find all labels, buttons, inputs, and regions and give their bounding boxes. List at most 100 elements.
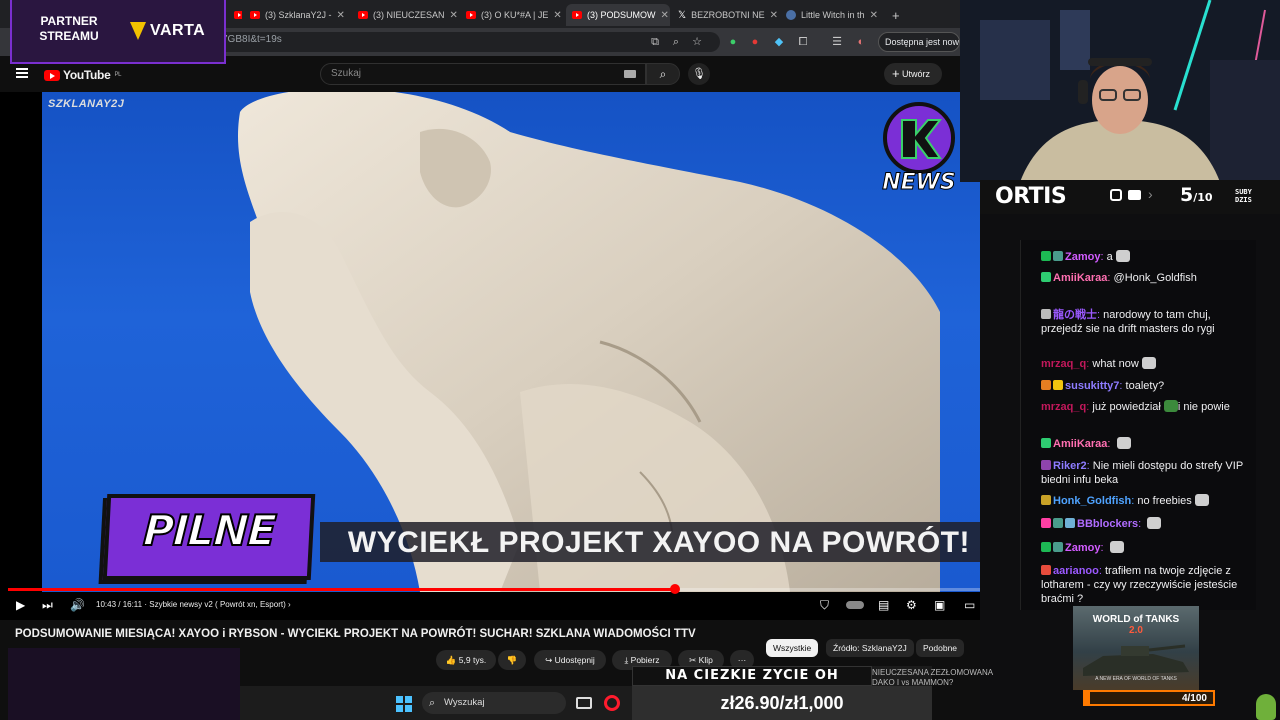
tab-label: (3) SzklanaY2J - <box>265 10 332 20</box>
opera-icon[interactable] <box>604 695 620 711</box>
thumbs-up-icon: 👍 <box>445 655 457 665</box>
taskbar-search[interactable]: ⌕ Wyszukaj <box>422 692 566 714</box>
search-input[interactable]: Szukaj <box>320 63 646 85</box>
close-icon[interactable]: ✕ <box>770 10 778 21</box>
video-headline: WYCIEKŁ PROJEKT XAYOO NA POWRÓT! <box>347 526 970 559</box>
volume-icon[interactable]: 🔊 <box>70 597 85 613</box>
hamburger-menu-icon[interactable] <box>16 68 28 78</box>
close-icon[interactable]: ✕ <box>870 10 878 21</box>
chat-username[interactable]: aarianoo <box>1053 565 1099 577</box>
microphone-button[interactable]: 🎙 <box>688 63 710 85</box>
theater-mode-icon[interactable]: ▭ <box>964 597 975 613</box>
chat-badge-icon <box>1053 518 1063 528</box>
miniplayer-icon[interactable]: ▣ <box>934 597 945 613</box>
task-view-icon[interactable] <box>576 697 592 709</box>
windows-start-icon[interactable] <box>396 696 412 712</box>
browser-tab[interactable]: (3) SzklanaY2J - ✕ <box>244 4 350 26</box>
reading-list-icon[interactable]: ☰ <box>830 35 844 49</box>
chat-message: mrzaq_q: już powiedział i nie powie <box>1041 400 1251 414</box>
headline-bar: WYCIEKŁ PROJEKT XAYOO NA POWRÓT! <box>320 522 980 562</box>
chat-badge-icon <box>1041 438 1051 448</box>
tab-label: Little Witch in th <box>801 10 865 20</box>
browser-tab[interactable] <box>228 4 242 26</box>
close-icon[interactable]: ✕ <box>553 10 561 21</box>
chat-message: Zamoy: a <box>1041 250 1251 264</box>
chat-message: mrzaq_q: what now <box>1041 357 1251 371</box>
chat-username[interactable]: AmiiKaraa <box>1053 272 1107 284</box>
update-available-button[interactable]: Dostępna jest nowa w <box>878 32 960 52</box>
goal-progress-fill <box>1085 692 1091 704</box>
tab-label: (3) O KU*#A | JE <box>481 10 549 20</box>
like-button[interactable]: 👍 5,9 tys. <box>436 650 496 670</box>
chat-username[interactable]: Honk_Goldfish <box>1053 495 1131 507</box>
search-button[interactable]: ⌕ <box>646 63 680 85</box>
chat-message-text: już powiedział <box>1092 401 1161 413</box>
chat-message-text: @Honk_Goldfish <box>1113 272 1197 284</box>
chat-username[interactable]: AmiiKaraa <box>1053 438 1107 450</box>
next-video-icon[interactable]: ⏭ <box>42 597 53 613</box>
youtube-logo[interactable]: YouTube PL <box>44 68 121 82</box>
omnibox[interactable] <box>210 32 720 52</box>
mascot-icon <box>1256 694 1276 720</box>
video-progress-bar[interactable] <box>8 584 980 594</box>
video-player[interactable]: SZKLANAY2J NEWS PILNE WYCIEKŁ PROJEKT XA… <box>0 92 980 620</box>
close-icon[interactable]: ✕ <box>337 10 345 21</box>
settings-gear-icon[interactable]: ⚙ <box>906 597 917 613</box>
chip-all[interactable]: Wszystkie <box>766 639 819 657</box>
partner-line-1: PARTNER <box>40 14 98 28</box>
chat-username[interactable]: Riker2 <box>1053 460 1087 472</box>
dislike-button[interactable]: 👎 <box>498 650 526 670</box>
close-icon[interactable]: ✕ <box>661 10 669 21</box>
create-button[interactable]: Utwórz <box>884 63 942 85</box>
video-progress-thumb[interactable] <box>669 584 680 594</box>
chip-related[interactable]: Podobne <box>916 639 965 657</box>
chat-separator: : <box>1107 438 1114 450</box>
browser-tab[interactable]: (3) NIEUCZESAN ✕ <box>352 4 458 26</box>
profile-icon[interactable]: ◐ <box>854 35 868 49</box>
chat-username[interactable]: 龍の戦士 <box>1053 309 1097 321</box>
youtube-favicon-icon <box>234 11 242 19</box>
chapter-arrow-icon[interactable]: › <box>288 600 291 609</box>
chat-message-text: a <box>1106 251 1113 263</box>
sponsorblock-icon[interactable]: ⛉ <box>820 597 829 613</box>
autoplay-toggle[interactable] <box>846 601 864 609</box>
chat-message-text: i nie powie <box>1177 401 1230 413</box>
chat-username[interactable]: susukitty7 <box>1065 380 1119 392</box>
share-button[interactable]: ↪ Udostępnij <box>534 650 606 670</box>
player-controls: ▶ ⏭ 🔊 10:43 / 16:11 · Szybkie newsy v2 (… <box>0 594 1016 616</box>
chat-message: AmiiKaraa: @Honk_Goldfish <box>1041 271 1251 285</box>
chat-username[interactable]: BBblockers <box>1077 518 1138 530</box>
extension-icon[interactable]: ◆ <box>772 35 786 49</box>
browser-tab-active[interactable]: (3) PODSUMOW ✕ <box>566 4 670 26</box>
play-icon[interactable]: ▶ <box>16 597 25 613</box>
zoom-icon[interactable]: ⌕ <box>669 35 683 49</box>
sponsor-name: VARTA <box>150 22 206 39</box>
browser-tab[interactable]: (3) O KU*#A | JE ✕ <box>460 4 566 26</box>
chip-source[interactable]: Źródło: SzklanaY2J <box>826 639 914 657</box>
steam-icon <box>786 10 796 20</box>
chat-username[interactable]: Zamoy <box>1065 251 1100 263</box>
like-count: 5,9 tys. <box>458 655 487 665</box>
world-of-tanks-ad: WORLD of TANKS 2.0 A NEW ERA OF WORLD OF … <box>1073 606 1199 690</box>
keyboard-icon[interactable] <box>624 70 636 78</box>
browser-tab[interactable]: Little Witch in th ✕ <box>780 4 884 26</box>
close-icon[interactable]: ✕ <box>450 10 458 21</box>
extensions-puzzle-icon[interactable]: ⧠ <box>796 35 810 49</box>
browser-tab[interactable]: 𝕏 BEZROBOTNI NE ✕ <box>672 4 778 26</box>
url-text[interactable]: 7GB8I&t=19s <box>222 34 282 45</box>
chat-username[interactable]: Zamoy <box>1065 542 1100 554</box>
subtitles-icon[interactable]: ▤ <box>878 597 889 613</box>
new-tab-button[interactable]: + <box>886 4 904 26</box>
chat-username[interactable]: mrzaq_q <box>1041 358 1086 370</box>
taskbar-search-label: Wyszukaj <box>444 697 485 708</box>
bookmark-star-icon[interactable]: ☆ <box>690 35 704 49</box>
chapter-text[interactable]: · Szybkie newsy v2 ( Powrót xn, Esport) <box>144 600 285 609</box>
goal-progress-bar: 4/100 <box>1083 690 1215 706</box>
wot-title-1: WORLD of TANKS <box>1092 614 1180 625</box>
chat-badge-icon <box>1041 272 1051 282</box>
install-app-icon[interactable]: ⧉ <box>648 35 662 49</box>
chat-username[interactable]: mrzaq_q <box>1041 401 1086 413</box>
extension-icon[interactable]: ● <box>748 35 762 49</box>
extension-icon[interactable]: ● <box>726 35 740 49</box>
sponsor-logo: VARTA <box>130 22 205 40</box>
